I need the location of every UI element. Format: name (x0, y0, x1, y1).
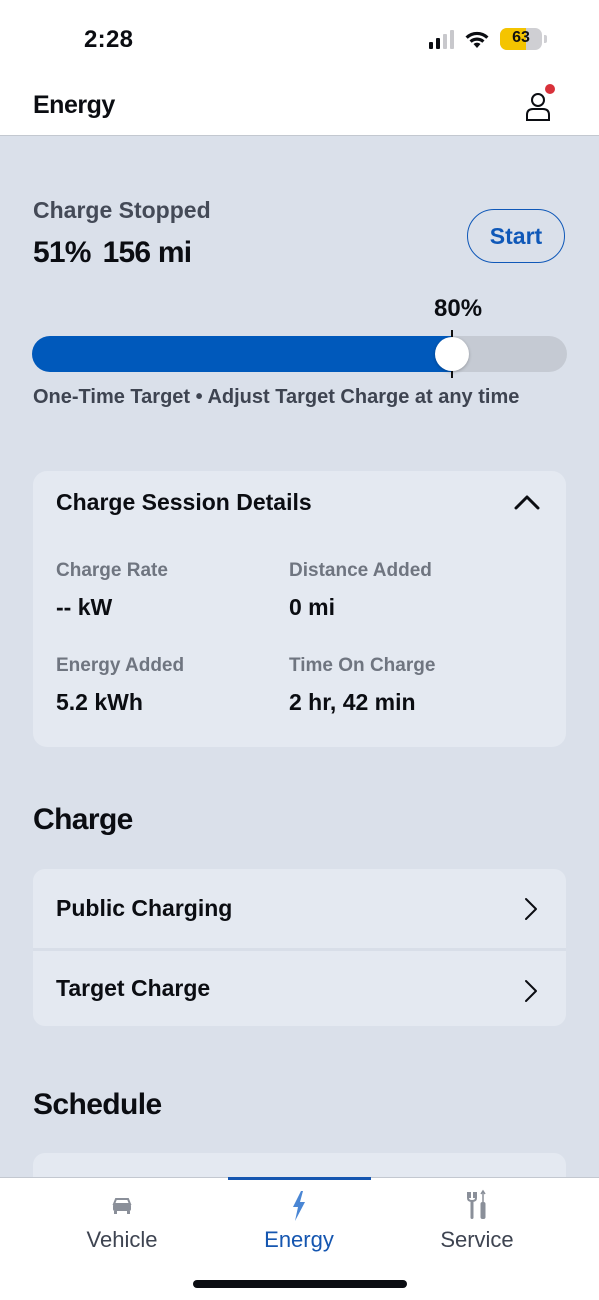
app-header: Energy (0, 76, 599, 136)
slider-fill (32, 336, 452, 372)
chevron-up-icon[interactable] (514, 493, 540, 511)
detail-label: Distance Added (289, 560, 432, 581)
target-note: One-Time Target • Adjust Target Charge a… (33, 386, 520, 408)
charge-status: Charge Stopped (33, 197, 211, 223)
schedule-section-heading: Schedule (33, 1088, 162, 1121)
start-charge-button[interactable]: Start (467, 209, 565, 263)
energy-content[interactable]: Charge Stopped 51% 156 mi Start 80% One-T… (0, 137, 599, 1177)
tab-label: Vehicle (86, 1227, 158, 1252)
car-icon (112, 1198, 132, 1214)
battery-icon: 63 (500, 28, 542, 50)
detail-value: 0 mi (289, 594, 336, 620)
estimated-range: 156 mi (102, 236, 192, 269)
schedule-card[interactable] (33, 1153, 566, 1177)
slider-thumb[interactable] (435, 337, 469, 371)
status-bar: 2:28 63 (0, 0, 599, 76)
charge-summary: 51% 156 mi (33, 236, 192, 270)
detail-label: Energy Added (56, 655, 185, 676)
charge-section-heading: Charge (33, 803, 133, 836)
chevron-right-icon (525, 898, 537, 920)
charge-session-details-card: Charge Session Details Charge Rate -- kW… (33, 471, 566, 747)
lightning-icon (293, 1191, 305, 1221)
tab-label: Energy (264, 1227, 334, 1252)
charge-options-list: Public Charging Target Charge (33, 869, 566, 1026)
battery-cap (544, 35, 547, 43)
bottom-tab-bar: Vehicle Energy Service (0, 1177, 599, 1300)
battery-indicator: 63 (500, 28, 547, 50)
cellular-signal-icon (429, 29, 454, 49)
status-icons: 63 (429, 28, 547, 50)
tools-icon (467, 1189, 486, 1219)
page-title: Energy (33, 91, 115, 119)
wifi-icon (465, 31, 489, 48)
tab-label: Service (440, 1227, 514, 1252)
detail-charge-rate: Charge Rate -- kW (56, 560, 168, 621)
home-indicator[interactable] (193, 1280, 407, 1288)
tab-energy[interactable]: Energy (199, 1178, 399, 1268)
list-item-label: Target Charge (56, 975, 211, 1001)
detail-distance-added: Distance Added 0 mi (289, 560, 432, 621)
session-details-title: Charge Session Details (56, 489, 312, 515)
profile-button[interactable] (523, 84, 555, 122)
tab-vehicle[interactable]: Vehicle (22, 1178, 222, 1268)
notification-badge (545, 84, 555, 94)
battery-level-percent: 51% (33, 236, 91, 269)
detail-value: 2 hr, 42 min (289, 689, 416, 715)
person-icon (526, 93, 550, 121)
status-time: 2:28 (84, 26, 134, 53)
list-item-label: Public Charging (56, 895, 233, 921)
battery-level: 63 (512, 29, 530, 46)
target-charge-label: 80% (434, 295, 483, 322)
detail-energy-added: Energy Added 5.2 kWh (56, 655, 184, 716)
detail-value: 5.2 kWh (56, 689, 143, 715)
detail-label: Charge Rate (56, 560, 168, 581)
detail-time-on-charge: Time On Charge 2 hr, 42 min (289, 655, 435, 716)
list-item-target-charge[interactable]: Target Charge (33, 948, 566, 1026)
detail-value: -- kW (56, 594, 113, 620)
chevron-right-icon (525, 980, 537, 1002)
tab-service[interactable]: Service (377, 1178, 577, 1268)
list-item-public-charging[interactable]: Public Charging (33, 869, 566, 948)
detail-label: Time On Charge (289, 655, 436, 676)
target-charge-slider[interactable] (32, 330, 567, 378)
